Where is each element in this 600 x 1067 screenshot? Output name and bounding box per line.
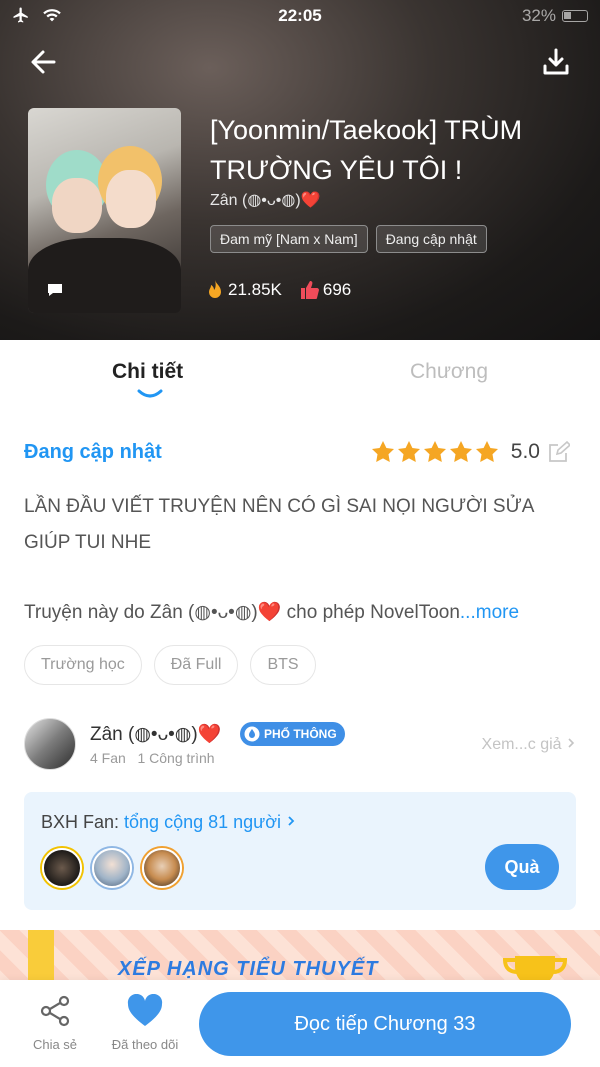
comment-icon — [48, 284, 62, 296]
thumbs-up-icon — [300, 281, 319, 299]
author-name[interactable]: Zân (◍•ᴗ•◍)❤️ — [90, 722, 221, 746]
back-button[interactable] — [26, 44, 62, 80]
follow-label: Đã theo dõi — [111, 1037, 179, 1052]
gift-button[interactable]: Quà — [485, 844, 559, 890]
tag-status[interactable]: Đang cập nhật — [375, 225, 487, 253]
star-icon — [449, 441, 472, 462]
tab-indicator — [137, 389, 163, 398]
clock: 22:05 — [278, 6, 322, 25]
battery-icon — [562, 10, 588, 22]
views-stat: 21.85K — [205, 279, 282, 301]
continue-reading-button[interactable]: Đọc tiếp Chương 33 — [199, 992, 571, 1056]
book-cover — [28, 108, 181, 313]
fan-ranking-label: BXH Fan: — [41, 812, 125, 832]
back-arrow-icon — [31, 50, 56, 74]
update-status: Đang cập nhật — [24, 441, 162, 463]
heart-icon — [127, 993, 163, 1026]
author-card[interactable]: Zân (◍•ᴗ•◍)❤️ PHỔ THÔNG 4 Fan 1 Công trì… — [24, 718, 576, 774]
view-author-link[interactable]: Xem...c giả — [482, 736, 576, 754]
permission-text: Truyện này do Zân (◍•ᴗ•◍)❤️ cho phép Nov… — [24, 602, 460, 623]
star-icon — [371, 441, 394, 462]
share-label: Chia sẻ — [32, 1037, 78, 1052]
book-title: [Yoonmin/Taekook] TRÙM TRƯỜNG YÊU TÔI ! — [210, 115, 523, 185]
tab-bar: Chi tiết Chương — [0, 340, 600, 410]
author-meta: 4 Fan 1 Công trình — [90, 750, 215, 766]
fan-avatar[interactable] — [142, 848, 182, 888]
download-button[interactable] — [538, 44, 574, 80]
fan-avatars — [42, 848, 182, 888]
battery-percent: 32% — [521, 6, 556, 25]
star-icon — [423, 441, 446, 462]
fan-total: tổng cộng 81 người — [124, 812, 281, 832]
fan-ranking[interactable]: BXH Fan: tổng cộng 81 người Quà — [24, 792, 576, 910]
share-icon — [40, 995, 70, 1027]
book-stats: 21.85K 696 — [205, 279, 351, 301]
genre-tag[interactable]: BTS — [250, 645, 316, 685]
author-works: 1 Công trình — [137, 750, 215, 766]
genre-tags: Trường học Đã Full BTS — [24, 645, 316, 685]
flame-icon — [209, 280, 221, 298]
book-author[interactable]: Zân (◍•ᴗ•◍)❤️ — [210, 190, 321, 210]
fan-avatar[interactable] — [42, 848, 82, 888]
views-count: 21.85K — [228, 280, 282, 299]
more-link[interactable]: ...more — [460, 602, 519, 623]
fan-ranking-title[interactable]: BXH Fan: tổng cộng 81 người — [41, 812, 296, 833]
rating-value: 5.0 — [510, 440, 540, 463]
star-icon — [475, 441, 498, 462]
book-tags: Đam mỹ [Nam x Nam] Đang cập nhật — [210, 225, 487, 253]
banner-title: XẾP HẠNG TIỂU THUYẾT — [118, 958, 379, 980]
tab-chapters[interactable]: Chương — [410, 360, 488, 384]
star-icon — [397, 441, 420, 462]
level-badge: PHỔ THÔNG — [240, 722, 345, 746]
drop-icon — [244, 726, 260, 742]
permission-note: Truyện này do Zân (◍•ᴗ•◍)❤️ cho phép Nov… — [24, 600, 584, 624]
book-header: 22:05 32% [Yoonmin/Taekook] TRÙM TRƯỜNG … — [0, 0, 600, 340]
likes-stat: 696 — [300, 280, 351, 300]
genre-tag[interactable]: Trường học — [24, 645, 142, 685]
status-bar: 22:05 32% — [0, 0, 600, 32]
download-icon — [543, 48, 569, 75]
chevron-right-icon — [288, 816, 295, 826]
genre-tag[interactable]: Đã Full — [153, 645, 239, 685]
follow-button[interactable]: Đã theo dõi — [100, 993, 190, 1058]
book-description: LẦN ĐẦU VIẾT TRUYỆN NÊN CÓ GÌ SAI NỌI NG… — [24, 496, 534, 553]
avatar[interactable] — [24, 718, 76, 770]
likes-count: 696 — [322, 280, 352, 299]
chevron-right-icon — [568, 738, 575, 748]
rating[interactable]: 5.0 — [371, 440, 570, 464]
edit-icon[interactable] — [548, 441, 570, 463]
tag-genre[interactable]: Đam mỹ [Nam x Nam] — [210, 225, 368, 253]
share-button[interactable]: Chia sẻ — [20, 994, 90, 1058]
author-fans: 4 Fan — [90, 750, 126, 766]
fan-avatar[interactable] — [92, 848, 132, 888]
tab-detail[interactable]: Chi tiết — [112, 360, 183, 384]
view-author-label: Xem...c giả — [481, 736, 562, 753]
bottom-action-bar: Chia sẻ Đã theo dõi Đọc tiếp Chương 33 — [0, 980, 600, 1067]
badge-label: PHỔ THÔNG — [264, 727, 337, 741]
